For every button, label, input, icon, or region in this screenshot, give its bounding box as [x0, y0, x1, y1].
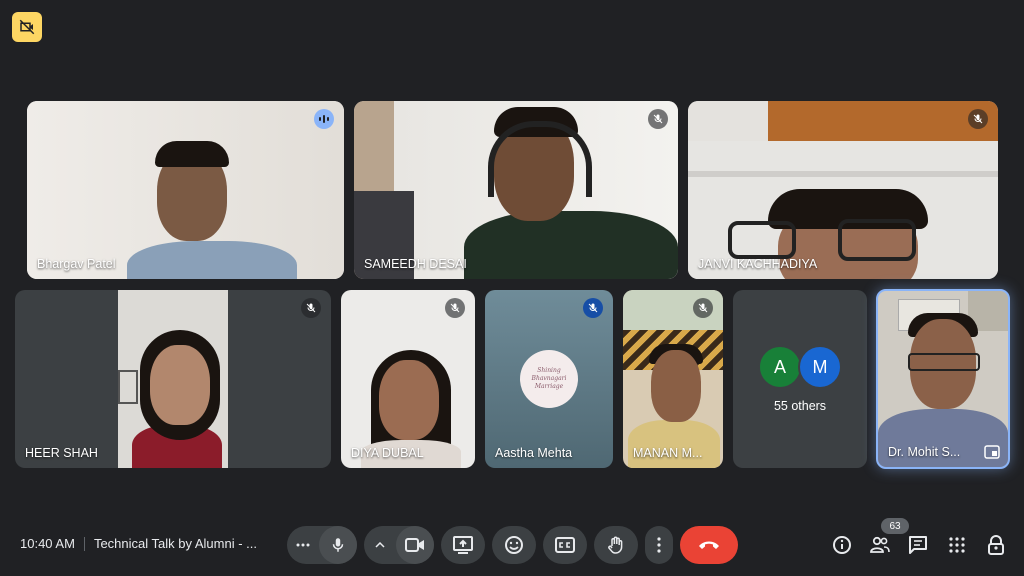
more-options-button[interactable] — [645, 526, 673, 564]
video-feed — [354, 101, 678, 279]
lock-person-icon — [988, 535, 1004, 555]
participant-tile-diya[interactable]: DIYA DUBAL — [341, 290, 475, 468]
host-controls-button[interactable] — [984, 533, 1008, 557]
mic-muted-indicator — [301, 298, 321, 318]
camera-control-group — [364, 526, 434, 564]
participant-name: DIYA DUBAL — [351, 446, 424, 460]
participant-tile-bhargav[interactable]: Bhargav Patel — [27, 101, 344, 279]
no-video-badge[interactable] — [12, 12, 42, 42]
pin-icon[interactable] — [984, 445, 1000, 459]
info-icon — [833, 536, 851, 554]
participant-name: Bhargav Patel — [37, 257, 116, 271]
video-feed — [623, 290, 723, 468]
participant-name: JANVI KACHHADIYA — [698, 257, 818, 271]
meeting-time: 10:40 AM — [20, 536, 75, 551]
others-avatars: A M — [733, 345, 867, 389]
more-horizontal-icon — [296, 543, 310, 547]
video-feed — [118, 290, 228, 468]
meeting-title: Technical Talk by Alumni - ... — [93, 536, 257, 551]
avatar: A — [758, 345, 802, 389]
mic-off-icon — [653, 114, 663, 124]
mic-off-icon — [698, 303, 708, 313]
chevron-up-icon — [375, 542, 385, 548]
video-options-button[interactable] — [364, 526, 396, 564]
chat-button[interactable] — [906, 533, 930, 557]
mic-off-icon — [450, 303, 460, 313]
participant-tile-mohit[interactable]: Dr. Mohit S... — [876, 289, 1010, 469]
participant-tile-heer[interactable]: HEER SHAH — [15, 290, 331, 468]
mic-off-icon — [306, 303, 316, 313]
apps-grid-icon — [949, 537, 965, 553]
video-feed — [878, 291, 1008, 467]
participant-name: MANAN M... — [633, 446, 703, 460]
participant-tile-manan[interactable]: MANAN M... — [623, 290, 723, 468]
emoji-button[interactable] — [492, 526, 536, 564]
divider — [83, 536, 85, 551]
others-count: 55 others — [773, 399, 827, 413]
camera-button[interactable] — [396, 526, 434, 564]
participant-name: HEER SHAH — [25, 446, 98, 460]
activities-button[interactable] — [945, 533, 969, 557]
participant-name: SAMEEDH DESAI — [364, 257, 467, 271]
meeting-info: 10:40 AM Technical Talk by Alumni - ... — [20, 536, 257, 551]
mic-button[interactable] — [319, 526, 357, 564]
logo-text: Shining Bhavnagari Marriage — [531, 367, 567, 390]
present-button[interactable] — [441, 526, 485, 564]
others-tile[interactable]: A M 55 others — [733, 290, 867, 468]
captions-icon — [555, 537, 575, 553]
phone-hangup-icon — [699, 541, 719, 549]
hand-icon — [608, 536, 623, 554]
present-icon — [453, 536, 473, 554]
participant-tile-janvi[interactable]: JANVI KACHHADIYA — [688, 101, 998, 279]
people-button[interactable] — [868, 533, 892, 557]
emoji-icon — [505, 536, 523, 554]
people-icon — [870, 536, 890, 553]
participant-logo: Shining Bhavnagari Marriage — [520, 350, 578, 408]
video-feed — [27, 101, 344, 279]
mic-icon — [332, 538, 344, 552]
participant-tile-sameedh[interactable]: SAMEEDH DESAI — [354, 101, 678, 279]
more-vertical-icon — [657, 537, 661, 553]
raise-hand-button[interactable] — [594, 526, 638, 564]
speaking-icon — [319, 115, 329, 123]
participant-name: Aastha Mehta — [495, 446, 573, 460]
avatar: M — [798, 345, 842, 389]
meeting-details-button[interactable] — [830, 533, 854, 557]
mic-off-icon — [973, 114, 983, 124]
no-video-icon — [19, 19, 35, 35]
camera-icon — [405, 538, 424, 552]
chat-icon — [909, 536, 927, 554]
mic-muted-indicator — [968, 109, 988, 129]
mic-control-group — [287, 526, 357, 564]
mic-muted-indicator — [693, 298, 713, 318]
mic-muted-indicator — [648, 109, 668, 129]
mic-off-icon — [588, 303, 598, 313]
mic-muted-indicator — [583, 298, 603, 318]
speaking-indicator — [314, 109, 334, 129]
leave-call-button[interactable] — [680, 526, 738, 564]
mic-muted-indicator — [445, 298, 465, 318]
participant-tile-aastha[interactable]: Shining Bhavnagari Marriage Aastha Mehta — [485, 290, 613, 468]
participant-name: Dr. Mohit S... — [888, 445, 961, 459]
people-count-badge: 63 — [881, 518, 909, 534]
captions-button[interactable] — [543, 526, 587, 564]
video-feed — [688, 101, 998, 279]
audio-options-button[interactable] — [287, 526, 319, 564]
